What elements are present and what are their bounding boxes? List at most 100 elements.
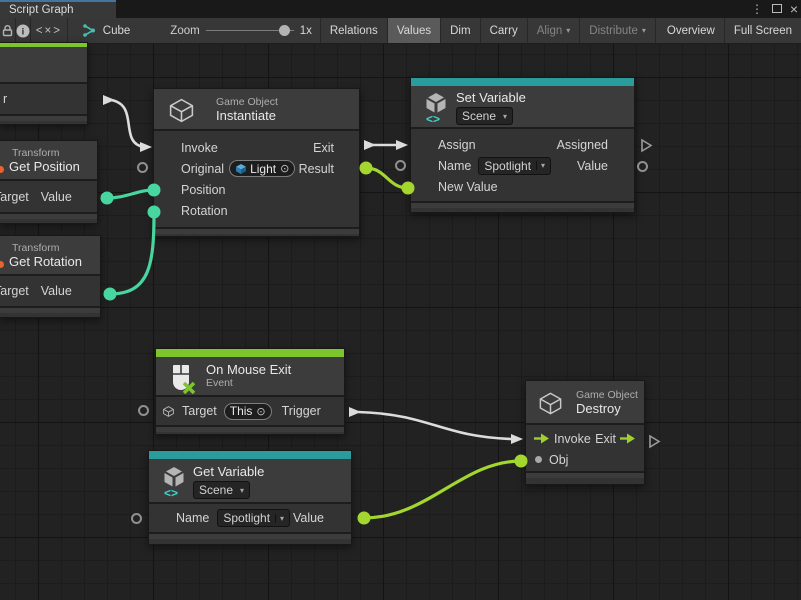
- carry-button[interactable]: Carry: [481, 18, 528, 43]
- node-get-rotation[interactable]: Transform Get Rotation Target Value: [0, 235, 101, 318]
- port-original-in[interactable]: [137, 162, 148, 173]
- result-port-label: Result: [299, 162, 334, 176]
- node-category: Game Object: [216, 96, 359, 108]
- variable-scope-dropdown[interactable]: Scene ▾: [193, 481, 250, 499]
- tab-script-graph[interactable]: Script Graph: [0, 0, 116, 18]
- trigger-label-fragment: r: [3, 92, 7, 106]
- info-button[interactable]: i: [16, 18, 31, 43]
- name-port-label: Name: [176, 511, 209, 525]
- game-object-cube-icon: [167, 96, 196, 125]
- exit-port-label: Exit: [595, 432, 616, 446]
- chevron-down-icon: ▾: [566, 26, 570, 35]
- transform-icon: [0, 166, 4, 173]
- node-title: Get Position: [9, 159, 97, 174]
- graph-canvas[interactable]: [0, 44, 801, 600]
- event-color-bar: [156, 349, 344, 357]
- edit-graph-button[interactable]: <×>: [31, 18, 68, 43]
- variable-name-dropdown[interactable]: Spotlight ▾: [217, 509, 290, 527]
- node-get-position[interactable]: Transform Get Position Target Value: [0, 140, 98, 224]
- node-title: Instantiate: [216, 108, 359, 123]
- node-footer: [0, 114, 87, 121]
- node-footer: [0, 306, 100, 313]
- object-picker-icon[interactable]: ⊙: [280, 162, 289, 175]
- port-value-out[interactable]: [637, 161, 648, 172]
- target-object-field[interactable]: This ⊙: [224, 403, 272, 420]
- object-picker-icon[interactable]: ⊙: [256, 405, 265, 418]
- value-port-label: Value: [41, 284, 72, 298]
- variable-name-dropdown[interactable]: Spotlight ▾: [478, 157, 551, 175]
- node-on-mouse-exit[interactable]: On Mouse Exit Event Target This ⊙ Trigge…: [155, 348, 345, 435]
- lock-button[interactable]: [0, 18, 16, 43]
- flow-in-arrow-icon: [534, 433, 550, 444]
- zoom-slider[interactable]: [206, 30, 294, 31]
- distribute-label: Distribute: [589, 25, 638, 37]
- port-exit-out[interactable]: [648, 434, 661, 449]
- window-maximize-icon[interactable]: [772, 4, 782, 13]
- variable-color-bar: [411, 78, 634, 86]
- node-partial-event[interactable]: r: [0, 42, 88, 125]
- node-destroy[interactable]: Game Object Destroy Invoke Exit Obj: [525, 380, 645, 485]
- scope-value: Scene: [462, 109, 496, 123]
- overview-button[interactable]: Overview: [658, 18, 725, 43]
- node-set-variable[interactable]: <> Set Variable Scene ▾ Assign Assigned …: [410, 77, 635, 213]
- obj-port-label: Obj: [549, 453, 568, 467]
- node-title: Get Variable: [193, 464, 351, 479]
- svg-text:<>: <>: [426, 112, 440, 125]
- variable-scope-dropdown[interactable]: Scene ▾: [456, 107, 513, 125]
- node-footer: [156, 425, 344, 432]
- breadcrumb-graph-name: Cube: [103, 25, 131, 37]
- invoke-port-label: Invoke: [181, 141, 218, 155]
- chevron-down-icon: ▾: [238, 486, 244, 495]
- relations-button[interactable]: Relations: [321, 18, 388, 43]
- invoke-port-label: Invoke: [554, 432, 591, 446]
- node-footer: [149, 532, 351, 539]
- node-title: Set Variable: [456, 90, 634, 105]
- variable-color-bar: [149, 451, 351, 459]
- window-menu-icon[interactable]: ⋮: [749, 0, 765, 18]
- unity-variable-icon: <>: [420, 91, 452, 125]
- window-close-icon[interactable]: ×: [786, 0, 801, 18]
- align-button[interactable]: Align ▾: [528, 18, 581, 43]
- chevron-down-icon: ▾: [275, 514, 284, 523]
- original-object-field[interactable]: Light ⊙: [229, 160, 295, 177]
- values-button[interactable]: Values: [388, 18, 441, 43]
- value-port-label: Value: [577, 159, 608, 173]
- node-title: On Mouse Exit: [206, 362, 344, 377]
- port-name-in[interactable]: [395, 160, 406, 171]
- node-title: Destroy: [576, 401, 644, 416]
- node-get-variable[interactable]: <> Get Variable Scene ▾ Name Spotlight ▾…: [148, 450, 352, 545]
- node-category: Game Object: [576, 389, 644, 401]
- node-footer: [154, 227, 359, 234]
- port-target-in[interactable]: [138, 405, 149, 416]
- info-icon: i: [16, 24, 30, 38]
- original-port-label: Original: [181, 162, 224, 176]
- node-footer: [526, 471, 644, 478]
- unity-variable-icon: <>: [158, 465, 190, 499]
- fullscreen-button[interactable]: Full Screen: [725, 18, 801, 43]
- zoom-label: Zoom: [170, 25, 199, 37]
- assigned-port-label: Assigned: [557, 138, 608, 152]
- mouse-event-icon: [166, 361, 198, 395]
- scope-value: Scene: [199, 483, 233, 497]
- trigger-port-label: Trigger: [282, 404, 321, 418]
- game-object-cube-icon: [162, 405, 175, 418]
- port-name-in[interactable]: [131, 513, 142, 524]
- dim-button[interactable]: Dim: [441, 18, 480, 43]
- graph-icon: [82, 24, 96, 37]
- breadcrumb[interactable]: Cube: [68, 18, 145, 43]
- distribute-button[interactable]: Distribute ▾: [580, 18, 656, 43]
- zoom-slider-handle[interactable]: [279, 25, 290, 36]
- node-instantiate[interactable]: Game Object Instantiate Invoke Exit Orig…: [153, 88, 360, 237]
- align-label: Align: [537, 25, 563, 37]
- rotation-port-label: Rotation: [181, 204, 228, 218]
- chevron-down-icon: ▾: [501, 112, 507, 121]
- zoom-value: 1x: [300, 25, 312, 37]
- name-port-label: Name: [438, 159, 471, 173]
- exit-port-label: Exit: [313, 141, 334, 155]
- zoom-control: Zoom 1x: [144, 18, 321, 43]
- obj-port-dot[interactable]: [535, 456, 542, 463]
- port-assigned-out[interactable]: [640, 138, 653, 153]
- object-cube-icon: [235, 163, 247, 175]
- value-port-label: Value: [41, 190, 72, 204]
- flow-out-arrow-icon: [620, 433, 636, 444]
